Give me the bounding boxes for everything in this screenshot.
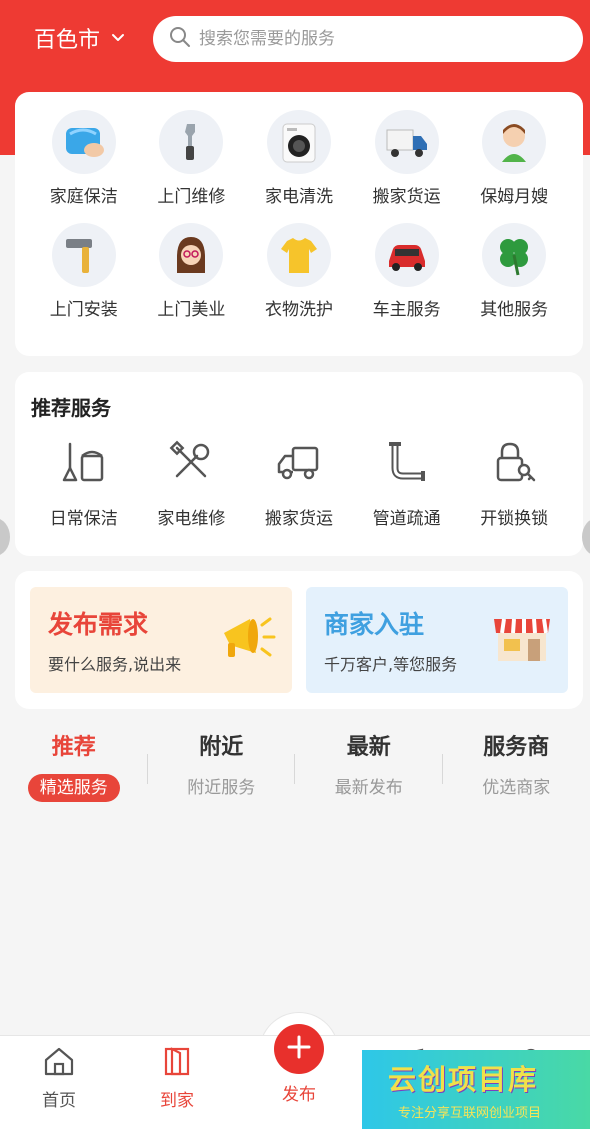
storefront-icon <box>490 605 554 669</box>
washing-machine-icon <box>266 110 331 174</box>
category-label: 衣物洗护 <box>264 300 333 320</box>
recommended-lock[interactable]: 开锁换锁 <box>460 438 568 529</box>
recommended-moving[interactable]: 搬家货运 <box>245 438 353 529</box>
nav-label: 到家 <box>160 1091 194 1111</box>
category-laundry[interactable]: 衣物洗护 <box>245 223 353 320</box>
promo-title: 商家入驻 <box>324 610 425 639</box>
publish-demand-banner[interactable]: 发布需求 要什么服务,说出来 <box>30 587 292 693</box>
tab-title: 服务商 <box>483 735 550 760</box>
home-icon <box>42 1044 76 1082</box>
category-label: 上门维修 <box>157 187 226 207</box>
truck-icon <box>374 110 439 174</box>
chevron-down-icon <box>110 26 126 51</box>
category-nanny[interactable]: 保姆月嫂 <box>460 110 568 207</box>
category-install[interactable]: 上门安装 <box>30 223 138 320</box>
pipe-icon <box>383 438 431 490</box>
tab-nearby[interactable]: 附近 附近服务 <box>148 730 295 810</box>
nav-label: 首页 <box>42 1091 76 1111</box>
category-grid: 家庭保洁 上门维修 家电清洗 搬家货运 保姆月嫂 上门安装 上门美业 衣物洗护 … <box>15 110 583 320</box>
category-label: 上门美业 <box>157 300 226 320</box>
recommended-appliance-repair[interactable]: 家电维修 <box>138 438 246 529</box>
category-beauty[interactable]: 上门美业 <box>138 223 246 320</box>
publish-button[interactable] <box>274 1024 324 1074</box>
recommended-label: 家电维修 <box>157 509 226 529</box>
publish-label: 发布 <box>282 1085 316 1105</box>
tools-icon <box>167 438 215 490</box>
nanny-icon <box>482 110 547 174</box>
promo-subtitle: 千万客户,等您服务 <box>324 655 458 674</box>
header: 百色市 <box>0 0 590 78</box>
cleaning-cloth-icon <box>51 110 116 174</box>
search-input[interactable] <box>199 29 559 49</box>
merchant-join-banner[interactable]: 商家入驻 千万客户,等您服务 <box>306 587 568 693</box>
tab-title: 最新 <box>346 735 391 760</box>
recommended-label: 开锁换锁 <box>480 509 549 529</box>
recommended-row: 日常保洁 家电维修 搬家货运 管道疏通 开锁换锁 <box>15 438 583 529</box>
broom-bucket-icon <box>60 438 108 490</box>
section-title: 推荐服务 <box>31 396 111 420</box>
hammer-icon <box>51 223 116 287</box>
watermark-subtitle: 专注分享互联网创业项目 <box>398 1106 542 1121</box>
watermark-title: 云创项目库 <box>388 1063 539 1096</box>
tab-subtitle: 最新发布 <box>334 778 403 798</box>
promo-title: 发布需求 <box>48 610 149 639</box>
category-appliance-wash[interactable]: 家电清洗 <box>245 110 353 207</box>
city-label: 百色市 <box>34 28 101 53</box>
nav-daojia[interactable]: 到家 <box>118 1036 236 1129</box>
tab-recommended[interactable]: 推荐 精选服务 <box>0 730 148 810</box>
tab-subtitle: 附近服务 <box>187 778 256 798</box>
recommended-pipe[interactable]: 管道疏通 <box>353 438 461 529</box>
tab-latest[interactable]: 最新 最新发布 <box>295 730 443 810</box>
car-icon <box>374 223 439 287</box>
category-label: 搬家货运 <box>372 187 441 207</box>
category-label: 上门安装 <box>49 300 118 320</box>
door-icon <box>160 1044 194 1082</box>
clover-icon <box>482 223 547 287</box>
city-selector[interactable]: 百色市 <box>34 22 126 54</box>
beauty-girl-icon <box>159 223 224 287</box>
category-cleaning[interactable]: 家庭保洁 <box>30 110 138 207</box>
category-card: 家庭保洁 上门维修 家电清洗 搬家货运 保姆月嫂 上门安装 上门美业 衣物洗护 … <box>15 92 583 356</box>
watermark: 云创项目库 专注分享互联网创业项目 <box>362 1050 590 1129</box>
feed-tabs: 推荐 精选服务 附近 附近服务 最新 最新发布 服务商 优选商家 <box>0 730 590 810</box>
category-label: 其他服务 <box>480 300 549 320</box>
carousel-right-handle <box>582 518 590 556</box>
nav-home[interactable]: 首页 <box>0 1036 118 1129</box>
tab-title: 附近 <box>199 735 244 760</box>
search-icon <box>169 26 191 52</box>
recommended-daily-cleaning[interactable]: 日常保洁 <box>30 438 138 529</box>
search-bar[interactable] <box>153 16 583 62</box>
plus-icon <box>286 1034 312 1064</box>
tab-subtitle: 优选商家 <box>482 778 551 798</box>
promo-subtitle: 要什么服务,说出来 <box>48 655 182 674</box>
carousel-left-handle <box>0 518 10 556</box>
lock-key-icon <box>490 438 538 490</box>
recommended-label: 搬家货运 <box>264 509 333 529</box>
recommended-label: 日常保洁 <box>49 509 118 529</box>
category-car[interactable]: 车主服务 <box>353 223 461 320</box>
tab-title: 推荐 <box>51 735 96 760</box>
category-moving[interactable]: 搬家货运 <box>353 110 461 207</box>
category-other[interactable]: 其他服务 <box>460 223 568 320</box>
promo-card: 发布需求 要什么服务,说出来 商家入驻 千万客户,等您服务 <box>15 571 583 709</box>
category-label: 保姆月嫂 <box>480 187 549 207</box>
category-label: 家电清洗 <box>264 187 333 207</box>
wrench-icon <box>159 110 224 174</box>
tab-providers[interactable]: 服务商 优选商家 <box>443 730 590 810</box>
tab-subtitle: 精选服务 <box>27 774 120 802</box>
recommended-label: 管道疏通 <box>372 509 441 529</box>
tshirt-icon <box>266 223 331 287</box>
category-label: 车主服务 <box>372 300 441 320</box>
category-repair[interactable]: 上门维修 <box>138 110 246 207</box>
recommended-card: 推荐服务 日常保洁 家电维修 搬家货运 管道疏通 开锁换锁 <box>15 372 583 556</box>
delivery-truck-icon <box>275 438 323 490</box>
megaphone-icon <box>214 605 278 669</box>
category-label: 家庭保洁 <box>49 187 118 207</box>
